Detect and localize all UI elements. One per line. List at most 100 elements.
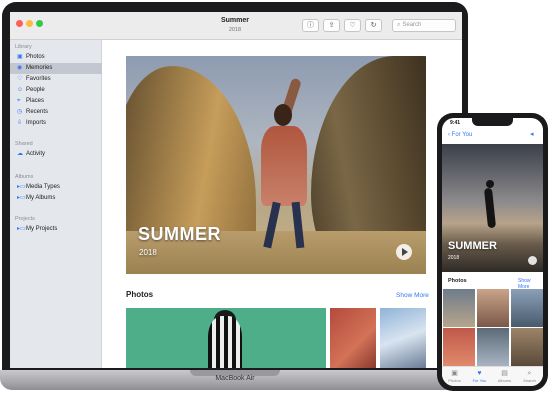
- phone-tab-bar: ▣ Photos ♥ For You ▤ Albums ⌕ Search: [442, 366, 543, 386]
- photo-thumbnail[interactable]: [511, 289, 543, 327]
- window-subtitle: 2018: [228, 27, 242, 33]
- search-icon: ⌕: [527, 370, 532, 377]
- rotate-icon: ↻: [370, 22, 377, 29]
- favorite-button[interactable]: ♡: [344, 19, 361, 32]
- sidebar-item-my-albums[interactable]: ▸▭ My Albums: [10, 193, 102, 204]
- close-window-button[interactable]: [16, 20, 23, 27]
- import-icon: ⇩: [17, 120, 23, 126]
- photo-thumbnail[interactable]: [443, 328, 475, 366]
- sidebar-item-label: Favorites: [26, 76, 51, 82]
- search-icon: ⌕: [397, 22, 401, 28]
- person-head: [274, 104, 292, 126]
- macbook-brand-label: MacBook Air: [215, 375, 255, 382]
- photos-section-title: Photos: [126, 290, 154, 299]
- heart-icon: ♡: [17, 76, 23, 82]
- sidebar-section-projects: Projects: [15, 216, 35, 222]
- sidebar-item-label: Recents: [26, 109, 49, 115]
- sidebar-item-people[interactable]: ☺ People: [10, 85, 102, 96]
- info-button[interactable]: ⓘ: [302, 19, 319, 32]
- photo-thumbnail[interactable]: [477, 328, 509, 366]
- tab-label: Photos: [448, 378, 461, 383]
- sidebar-item-label: My Albums: [26, 195, 56, 201]
- fullscreen-window-button[interactable]: [36, 20, 43, 27]
- macbook-lid: Summer 2018 ⓘ ⇪ ♡ ↻ ⌕ Search Library ▣ Pho…: [2, 2, 468, 374]
- folder-icon: ▸▭: [17, 195, 26, 201]
- people-icon: ☺: [17, 87, 24, 93]
- sidebar-item-label: People: [26, 87, 45, 93]
- tab-label: Albums: [497, 378, 512, 383]
- photo-thumbnail[interactable]: [511, 328, 543, 366]
- photo-thumbnail[interactable]: [126, 308, 326, 368]
- photos-app-window: Summer 2018 ⓘ ⇪ ♡ ↻ ⌕ Search Library ▣ Pho…: [10, 12, 462, 368]
- search-input[interactable]: ⌕ Search: [392, 19, 456, 32]
- sidebar-item-label: Memories: [26, 65, 53, 71]
- more-button[interactable]: ◂: [530, 130, 534, 138]
- albums-icon: ▤: [501, 370, 508, 377]
- phone-photos-section-title: Photos: [448, 278, 467, 284]
- folder-icon: ▸▭: [17, 226, 26, 232]
- tab-search[interactable]: ⌕ Search: [517, 370, 542, 383]
- play-memory-button[interactable]: [396, 244, 412, 260]
- minimize-window-button[interactable]: [26, 20, 33, 27]
- person-dress: [261, 126, 307, 206]
- memory-year: 2018: [139, 248, 157, 257]
- sidebar-section-library: Library: [15, 44, 32, 50]
- person-silhouette: [483, 187, 497, 229]
- phone-memory-hero-photo[interactable]: SUMMER 2018: [442, 144, 543, 272]
- sidebar-item-label: Activity: [26, 151, 46, 157]
- iphone-notch: [472, 118, 513, 126]
- sidebar-item-imports[interactable]: ⇩ Imports: [10, 118, 102, 129]
- memory-hero-photo[interactable]: SUMMER 2018: [126, 56, 426, 274]
- sidebar-item-my-projects[interactable]: ▸▭ My Projects: [10, 224, 102, 235]
- share-icon: ⇪: [328, 22, 335, 29]
- for-you-icon: ♥: [477, 370, 482, 377]
- sidebar: Library ▣ Photos ◉ Memories ♡ Favorites ☺ Pe…: [10, 40, 102, 368]
- phone-memory-year: 2018: [448, 255, 460, 261]
- sidebar-section-shared: Shared: [15, 141, 33, 147]
- sidebar-section-albums: Albums: [15, 174, 34, 180]
- sidebar-item-places[interactable]: ⌖ Places: [10, 96, 102, 107]
- sidebar-item-favorites[interactable]: ♡ Favorites: [10, 74, 102, 85]
- photo-thumbnail[interactable]: [477, 289, 509, 327]
- window-title: Summer: [220, 17, 249, 24]
- memory-title: SUMMER: [138, 224, 221, 244]
- tab-label: Search: [523, 378, 536, 383]
- tab-photos[interactable]: ▣ Photos: [442, 370, 467, 383]
- status-time: 9:41: [450, 120, 461, 126]
- tab-label: For You: [472, 378, 487, 383]
- photos-icon: ▣: [451, 370, 458, 377]
- show-more-link[interactable]: Show More: [396, 292, 429, 299]
- tab-for-you[interactable]: ♥ For You: [467, 370, 492, 383]
- sidebar-item-label: My Projects: [26, 226, 58, 232]
- back-button[interactable]: ‹ For You: [448, 132, 472, 138]
- memories-icon: ◉: [17, 65, 23, 71]
- thumbnail-figure: [208, 316, 242, 368]
- search-placeholder: Search: [402, 22, 422, 28]
- cloud-icon: ☁: [17, 151, 23, 157]
- sidebar-item-media-types[interactable]: ▸▭ Media Types: [10, 182, 102, 193]
- folder-icon: ▸▭: [17, 184, 26, 190]
- photos-icon: ▣: [17, 54, 23, 60]
- info-icon: ⓘ: [307, 22, 314, 29]
- share-button[interactable]: ⇪: [323, 19, 340, 32]
- photo-thumbnail[interactable]: [380, 308, 426, 368]
- back-label: For You: [451, 132, 473, 138]
- photo-thumbnail[interactable]: [443, 289, 475, 327]
- sidebar-item-recents[interactable]: ◷ Recents: [10, 107, 102, 118]
- phone-photo-grid: [442, 288, 543, 366]
- photo-thumbnail[interactable]: [330, 308, 376, 368]
- sidebar-item-memories[interactable]: ◉ Memories: [10, 63, 102, 74]
- sidebar-item-label: Photos: [26, 54, 45, 60]
- phone-memory-title: SUMMER: [448, 240, 497, 252]
- phone-play-memory-button[interactable]: [528, 256, 537, 265]
- sidebar-item-photos[interactable]: ▣ Photos: [10, 52, 102, 63]
- sidebar-item-label: Imports: [26, 120, 47, 126]
- clock-icon: ◷: [17, 109, 23, 115]
- person-head: [486, 180, 494, 188]
- tab-albums[interactable]: ▤ Albums: [492, 370, 517, 383]
- sidebar-item-activity[interactable]: ☁ Activity: [10, 149, 102, 160]
- rotate-button[interactable]: ↻: [365, 19, 382, 32]
- heart-icon: ♡: [349, 22, 356, 29]
- iphone-screen: 9:41 ‹ For You ◂ SUMMER 2018 Photos Show…: [442, 118, 543, 386]
- iphone: 9:41 ‹ For You ◂ SUMMER 2018 Photos Show…: [437, 113, 548, 391]
